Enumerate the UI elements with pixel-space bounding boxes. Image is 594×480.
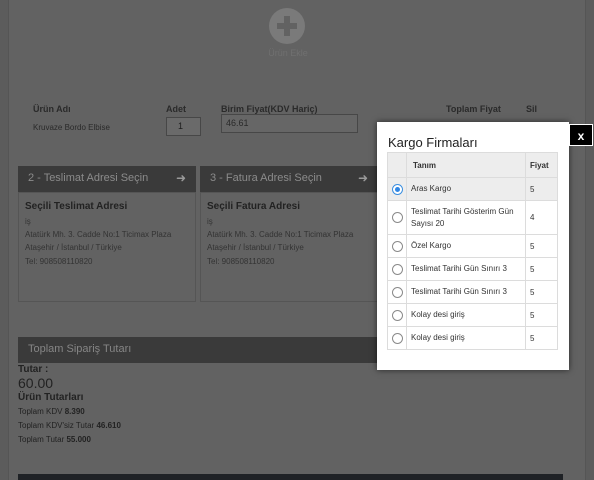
header-total-price: Toplam Fiyat bbox=[446, 104, 501, 114]
billing-address-bar[interactable]: 3 - Fatura Adresi Seçin ➜ bbox=[200, 166, 378, 192]
cargo-modal: Kargo Firmaları Tanım Fiyat Aras Kargo 5 T… bbox=[377, 122, 569, 370]
radio-button[interactable] bbox=[391, 309, 403, 321]
cargo-row[interactable]: Teslimat Tarihi Gün Sınırı 35 bbox=[387, 257, 558, 281]
arrow-right-icon: ➜ bbox=[175, 171, 186, 185]
shipping-address-title: Seçili Teslimat Adresi bbox=[25, 201, 128, 212]
radio-cell[interactable] bbox=[387, 280, 407, 304]
add-product-label[interactable]: Ürün Ekle bbox=[259, 48, 317, 58]
cargo-name: Özel Kargo bbox=[406, 234, 526, 258]
kdv-label: Toplam KDV bbox=[18, 407, 63, 416]
shipping-address-line: Atatürk Mh. 3. Cadde No:1 Ticimax Plaza bbox=[25, 230, 172, 239]
excl-kdv-value: 46.610 bbox=[96, 421, 121, 430]
shipping-bar-label: 2 - Teslimat Adresi Seçin bbox=[28, 172, 149, 184]
product-totals-title: Ürün Tutarları bbox=[18, 392, 84, 403]
radio-cell[interactable] bbox=[387, 234, 407, 258]
cargo-row[interactable]: Teslimat Tarihi Gün Sınırı 35 bbox=[387, 280, 558, 304]
header-qty: Adet bbox=[166, 104, 186, 114]
order-total-bar: Toplam Sipariş Tutarı bbox=[18, 337, 378, 363]
header-unit-price: Birim Fiyat(KDV Hariç) bbox=[221, 104, 318, 114]
cargo-name: Kolay desi giriş bbox=[406, 303, 526, 327]
shipping-address-line: Ataşehir / İstanbul / Türkiye bbox=[25, 243, 122, 252]
cargo-price: 5 bbox=[525, 326, 558, 350]
cargo-price: 5 bbox=[525, 280, 558, 304]
cargo-name: Aras Kargo bbox=[406, 177, 526, 201]
billing-address-line: iş bbox=[207, 217, 213, 226]
cargo-price: 5 bbox=[525, 177, 558, 201]
quantity-input[interactable]: 1 bbox=[166, 117, 201, 136]
header-product-name: Ürün Adı bbox=[33, 104, 71, 114]
cargo-name: Kolay desi giriş bbox=[406, 326, 526, 350]
grand-total-value: 55.000 bbox=[66, 435, 91, 444]
excl-kdv-label: Toplam KDV'siz Tutar bbox=[18, 421, 95, 430]
arrow-right-icon: ➜ bbox=[357, 171, 368, 185]
cargo-row[interactable]: Özel Kargo 5 bbox=[387, 234, 558, 258]
billing-address-line: Atatürk Mh. 3. Cadde No:1 Ticimax Plaza bbox=[207, 230, 354, 239]
cargo-row[interactable]: Aras Kargo 5 bbox=[387, 177, 558, 201]
close-button[interactable]: x bbox=[569, 124, 593, 146]
header-delete: Sil bbox=[526, 104, 538, 114]
radio-button[interactable] bbox=[391, 183, 403, 195]
shipping-address-line: iş bbox=[25, 217, 31, 226]
radio-button[interactable] bbox=[391, 263, 403, 275]
amount-label: Tutar : bbox=[18, 364, 49, 375]
header-radio bbox=[387, 152, 407, 178]
cargo-price: 5 bbox=[525, 303, 558, 327]
radio-cell[interactable] bbox=[387, 177, 407, 201]
radio-cell[interactable] bbox=[387, 200, 407, 235]
billing-address-title: Seçili Fatura Adresi bbox=[207, 201, 300, 212]
cargo-name: Teslimat Tarihi Gün Sınırı 3 bbox=[406, 280, 526, 304]
radio-cell[interactable] bbox=[387, 257, 407, 281]
header-name: Tanım bbox=[406, 152, 526, 178]
billing-address-line: Ataşehir / İstanbul / Türkiye bbox=[207, 243, 304, 252]
radio-button[interactable] bbox=[391, 240, 403, 252]
radio-button[interactable] bbox=[391, 212, 403, 223]
product-name: Kruvaze Bordo Elbise bbox=[33, 123, 110, 132]
cargo-row[interactable]: Teslimat Tarihi Gösterim Gün Sayısı 20 4 bbox=[387, 200, 558, 235]
cargo-row[interactable]: Kolay desi giriş 5 bbox=[387, 326, 558, 350]
grand-total-label: Toplam Tutar bbox=[18, 435, 65, 444]
radio-button[interactable] bbox=[391, 286, 403, 298]
cargo-price: 5 bbox=[525, 234, 558, 258]
cargo-price: 5 bbox=[525, 257, 558, 281]
unit-price-input[interactable]: 46.61 bbox=[221, 114, 358, 133]
cargo-name: Teslimat Tarihi Gün Sınırı 3 bbox=[406, 257, 526, 281]
kdv-value: 8.390 bbox=[64, 407, 85, 416]
excl-kdv-row: Toplam KDV'siz Tutar 46.610 bbox=[18, 421, 121, 430]
cargo-row[interactable]: Kolay desi giriş 5 bbox=[387, 303, 558, 327]
shipping-address-line: Tel: 908508110820 bbox=[25, 257, 93, 266]
kdv-row: Toplam KDV 8.390 bbox=[18, 407, 85, 416]
radio-cell[interactable] bbox=[387, 303, 407, 327]
header-price: Fiyat bbox=[525, 152, 558, 178]
cargo-table: Tanım Fiyat Aras Kargo 5 Teslimat Tarihi G… bbox=[387, 152, 558, 350]
shipping-address-bar[interactable]: 2 - Teslimat Adresi Seçin ➜ bbox=[18, 166, 196, 192]
radio-cell[interactable] bbox=[387, 326, 407, 350]
billing-bar-label: 3 - Fatura Adresi Seçin bbox=[210, 172, 322, 184]
billing-address-line: Tel: 908508110820 bbox=[207, 257, 275, 266]
radio-button[interactable] bbox=[391, 332, 403, 344]
plus-circle-icon[interactable] bbox=[269, 8, 305, 44]
amount-value: 60.00 bbox=[18, 375, 54, 391]
cargo-price: 4 bbox=[525, 200, 558, 235]
cargo-name: Teslimat Tarihi Gösterim Gün Sayısı 20 bbox=[406, 200, 526, 235]
modal-title: Kargo Firmaları bbox=[388, 135, 478, 150]
grand-total-row: Toplam Tutar 55.000 bbox=[18, 435, 91, 444]
bottom-bar bbox=[18, 474, 563, 480]
